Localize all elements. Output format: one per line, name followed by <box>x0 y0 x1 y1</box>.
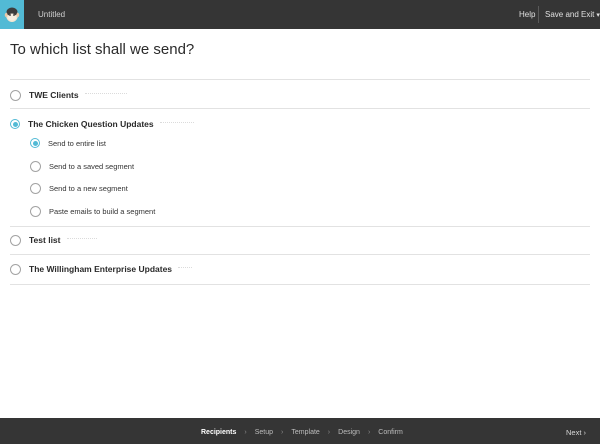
segment-option-entire-list[interactable]: Send to entire list <box>30 136 106 150</box>
segment-label: Send to entire list <box>48 138 106 148</box>
radio-test-list[interactable] <box>10 234 21 246</box>
segment-option-saved-segment[interactable]: Send to a saved segment <box>30 159 134 173</box>
list-option-chicken-question[interactable]: The Chicken Question Updates <box>10 117 194 131</box>
step-setup[interactable]: Setup <box>255 429 273 436</box>
redacted-count <box>159 122 194 126</box>
top-bar: Untitled Help Save and Exit ▾ <box>0 0 600 29</box>
redacted-count <box>178 267 193 271</box>
divider <box>10 79 590 80</box>
list-option-twe-clients[interactable]: TWE Clients <box>10 88 127 102</box>
redacted-count <box>66 238 97 242</box>
list-label: TWE Clients <box>29 90 79 100</box>
chevron-right-icon: › <box>281 429 284 436</box>
mailchimp-logo[interactable] <box>0 0 24 29</box>
divider <box>10 108 590 109</box>
wizard-steps: Recipients › Setup › Template › Design ›… <box>201 429 403 436</box>
redacted-count <box>84 93 127 97</box>
next-label: Next <box>566 428 582 437</box>
radio-entire-list[interactable] <box>30 138 40 148</box>
radio-paste-emails[interactable] <box>30 205 41 217</box>
chevron-down-icon: ▾ <box>596 12 600 19</box>
page-title: To which list shall we send? <box>10 41 195 58</box>
step-template[interactable]: Template <box>291 429 319 436</box>
chevron-right-icon: › <box>327 429 331 436</box>
next-button[interactable]: Next › <box>566 428 586 437</box>
bottom-bar: Recipients › Setup › Template › Design ›… <box>0 418 600 444</box>
divider <box>10 226 590 227</box>
step-recipients[interactable]: Recipients <box>201 429 236 436</box>
radio-new-segment[interactable] <box>30 182 41 194</box>
chevron-right-icon: › <box>583 428 587 437</box>
toolbar-divider <box>538 6 539 23</box>
segment-label: Send to a saved segment <box>49 161 135 171</box>
chevron-right-icon: › <box>244 429 247 436</box>
list-label: The Willingham Enterprise Updates <box>29 264 173 274</box>
campaign-title[interactable]: Untitled <box>38 10 65 19</box>
save-and-exit-label: Save and Exit <box>545 10 595 19</box>
step-confirm[interactable]: Confirm <box>378 429 403 436</box>
list-option-test-list[interactable]: Test list <box>10 233 97 247</box>
radio-twe-clients[interactable] <box>10 89 21 101</box>
radio-saved-segment[interactable] <box>30 160 41 172</box>
list-option-willingham[interactable]: The Willingham Enterprise Updates <box>10 262 193 276</box>
list-label: The Chicken Question Updates <box>28 119 154 129</box>
step-design[interactable]: Design <box>338 429 360 436</box>
divider <box>10 254 590 255</box>
segment-option-new-segment[interactable]: Send to a new segment <box>30 181 128 195</box>
list-label: Test list <box>29 235 61 245</box>
radio-willingham[interactable] <box>10 263 21 275</box>
monkey-logo-icon <box>4 7 20 22</box>
divider <box>10 284 590 285</box>
segment-option-paste-emails[interactable]: Paste emails to build a segment <box>30 204 155 218</box>
segment-label: Paste emails to build a segment <box>49 206 156 216</box>
chevron-right-icon: › <box>367 429 371 436</box>
save-and-exit-menu[interactable]: Save and Exit ▾ <box>545 10 600 19</box>
radio-chicken-question[interactable] <box>10 119 20 129</box>
help-link[interactable]: Help <box>519 10 535 19</box>
segment-label: Send to a new segment <box>49 183 128 193</box>
